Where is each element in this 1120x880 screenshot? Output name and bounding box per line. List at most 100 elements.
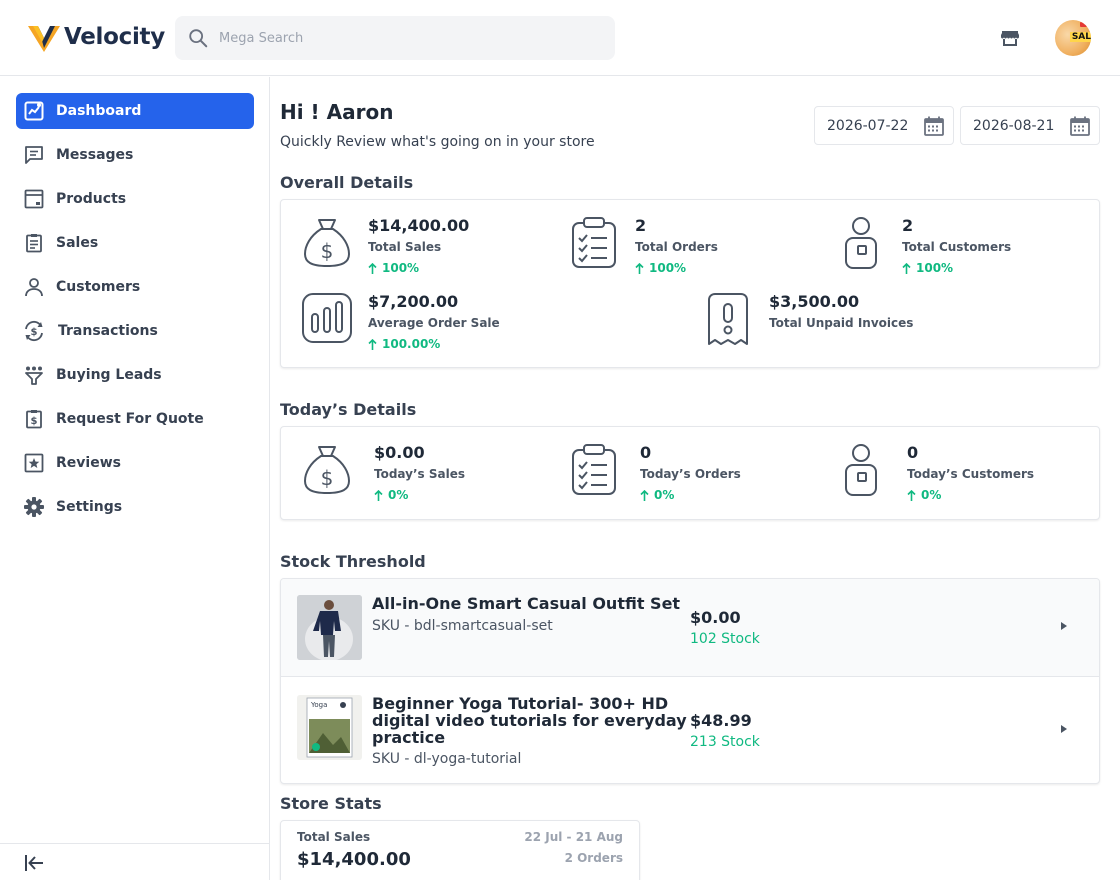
money-bag-icon: $ (303, 219, 351, 268)
sidebar-item-buying-leads[interactable]: Buying Leads (16, 357, 254, 393)
sidebar-footer (0, 843, 270, 880)
clipboard-check-icon (572, 444, 616, 495)
todays-details-title: Today’s Details (280, 400, 417, 419)
sidebar: Dashboard Messages Products Sales Custom… (0, 77, 270, 880)
metric-trend-value: 100% (382, 261, 420, 275)
sidebar-item-settings[interactable]: Settings (16, 489, 254, 525)
customer-icon (845, 217, 877, 269)
mega-search (175, 16, 615, 60)
caret-right-icon[interactable] (1059, 621, 1069, 631)
svg-text:$: $ (31, 416, 38, 427)
customer-icon (23, 276, 45, 298)
calendar-icon[interactable] (1069, 115, 1091, 137)
calendar-icon[interactable] (923, 115, 945, 137)
caret-right-icon[interactable] (1059, 724, 1069, 734)
arrow-up-icon (368, 262, 377, 274)
product-thumbnail: Yoga (297, 695, 362, 760)
money-bag-icon: $ (303, 446, 351, 495)
metric-value: $7,200.00 (368, 292, 459, 311)
review-icon (23, 452, 45, 474)
user-avatar[interactable]: SAL (1055, 20, 1091, 56)
arrow-up-icon (902, 262, 911, 274)
sidebar-item-products[interactable]: Products (16, 181, 254, 217)
greeting-title: Hi ! Aaron (280, 100, 394, 124)
avatar-flag (1080, 22, 1087, 27)
search-icon (189, 29, 208, 48)
svg-text:$: $ (321, 239, 334, 263)
metric-label: Today’s Orders (640, 467, 741, 481)
product-price: $0.00 (690, 608, 741, 627)
arrow-up-icon (907, 489, 916, 501)
product-name: All-in-One Smart Casual Outfit Set (372, 594, 681, 613)
sidebar-item-sales[interactable]: Sales (16, 225, 254, 261)
metric-trend: 0% (640, 488, 674, 502)
metric-label: Today’s Customers (907, 467, 1035, 481)
arrow-up-icon (640, 489, 649, 501)
clipboard-check-icon (572, 217, 616, 268)
sidebar-item-label: Transactions (58, 323, 158, 339)
search-input[interactable] (219, 30, 599, 46)
metric-label: Total Orders (635, 240, 718, 254)
sidebar-item-transactions[interactable]: $ Transactions (16, 313, 254, 349)
svg-text:$: $ (31, 327, 38, 338)
metric-value: 0 (907, 443, 919, 462)
sales-icon (23, 232, 45, 254)
sidebar-item-messages[interactable]: Messages (16, 137, 254, 173)
metric-value: 2 (635, 216, 647, 235)
metric-label: Total Customers (902, 240, 1012, 254)
metric-label: Total Unpaid Invoices (769, 316, 914, 330)
stock-row[interactable]: Yoga Beginner Yoga Tutorial- 300+ HD dig… (281, 678, 1099, 783)
book-title-text: Yoga (310, 701, 327, 709)
bar-chart-icon (302, 293, 352, 343)
date-from-field[interactable]: 2026-07-22 (814, 106, 954, 145)
customer-icon (845, 444, 877, 496)
sidebar-item-customers[interactable]: Customers (16, 269, 254, 305)
stock-threshold-title: Stock Threshold (280, 552, 426, 571)
todays-details-card: $ $0.00 Today’s Sales 0% 0 Today’s Order… (280, 426, 1100, 520)
stats-orders: 2 Orders (564, 851, 623, 865)
svg-text:$: $ (321, 466, 334, 490)
sidebar-item-label: Settings (56, 499, 123, 515)
greeting-subtitle: Quickly Review what's going on in your s… (280, 134, 595, 150)
metric-trend: 100% (902, 261, 953, 275)
arrow-up-icon (374, 489, 383, 501)
sidebar-item-label: Products (56, 191, 127, 207)
stats-value: $14,400.00 (297, 849, 411, 870)
product-stock: 213 Stock (690, 734, 760, 750)
sidebar-item-reviews[interactable]: Reviews (16, 445, 254, 481)
product-sku: SKU - bdl-smartcasual-set (372, 618, 553, 634)
metric-trend-value: 0% (388, 488, 409, 502)
velocity-logo-icon (28, 26, 60, 52)
yoga-book-image-icon: Yoga (297, 695, 362, 760)
metric-trend: 0% (374, 488, 408, 502)
sidebar-item-label: Customers (56, 279, 141, 295)
date-from-value: 2026-07-22 (827, 117, 909, 134)
velocity-logo[interactable]: Velocity (28, 22, 165, 52)
quote-icon: $ (23, 408, 45, 430)
date-to-value: 2026-08-21 (973, 117, 1055, 134)
metric-trend: 100% (368, 261, 419, 275)
product-name: Beginner Yoga Tutorial- 300+ HD digital … (372, 694, 687, 747)
metric-trend-value: 0% (921, 488, 942, 502)
metric-trend: 0% (907, 488, 941, 502)
metric-trend: 100.00% (368, 337, 440, 351)
sidebar-item-label: Messages (56, 147, 134, 163)
outfit-image-icon (297, 595, 362, 660)
collapse-sidebar-icon[interactable] (23, 852, 45, 874)
metric-value: $14,400.00 (368, 216, 470, 235)
store-stats-card: Total Sales $14,400.00 22 Jul - 21 Aug 2… (280, 820, 640, 880)
overall-details-card: $ $14,400.00 Total Sales 100% 2 Total Or… (280, 199, 1100, 368)
sidebar-item-request-for-quote[interactable]: $ Request For Quote (16, 401, 254, 437)
product-stock: 102 Stock (690, 631, 760, 647)
sidebar-item-dashboard[interactable]: Dashboard (16, 93, 254, 129)
stats-date-range: 22 Jul - 21 Aug (524, 830, 623, 844)
sidebar-item-label: Sales (56, 235, 99, 251)
avatar-badge: SAL (1069, 32, 1091, 42)
metric-trend-value: 100% (916, 261, 954, 275)
date-to-field[interactable]: 2026-08-21 (960, 106, 1100, 145)
metric-value: 2 (902, 216, 914, 235)
arrow-up-icon (635, 262, 644, 274)
stock-row[interactable]: All-in-One Smart Casual Outfit Set SKU -… (281, 579, 1099, 677)
funnel-icon (23, 364, 45, 386)
storefront-icon[interactable] (998, 26, 1022, 50)
